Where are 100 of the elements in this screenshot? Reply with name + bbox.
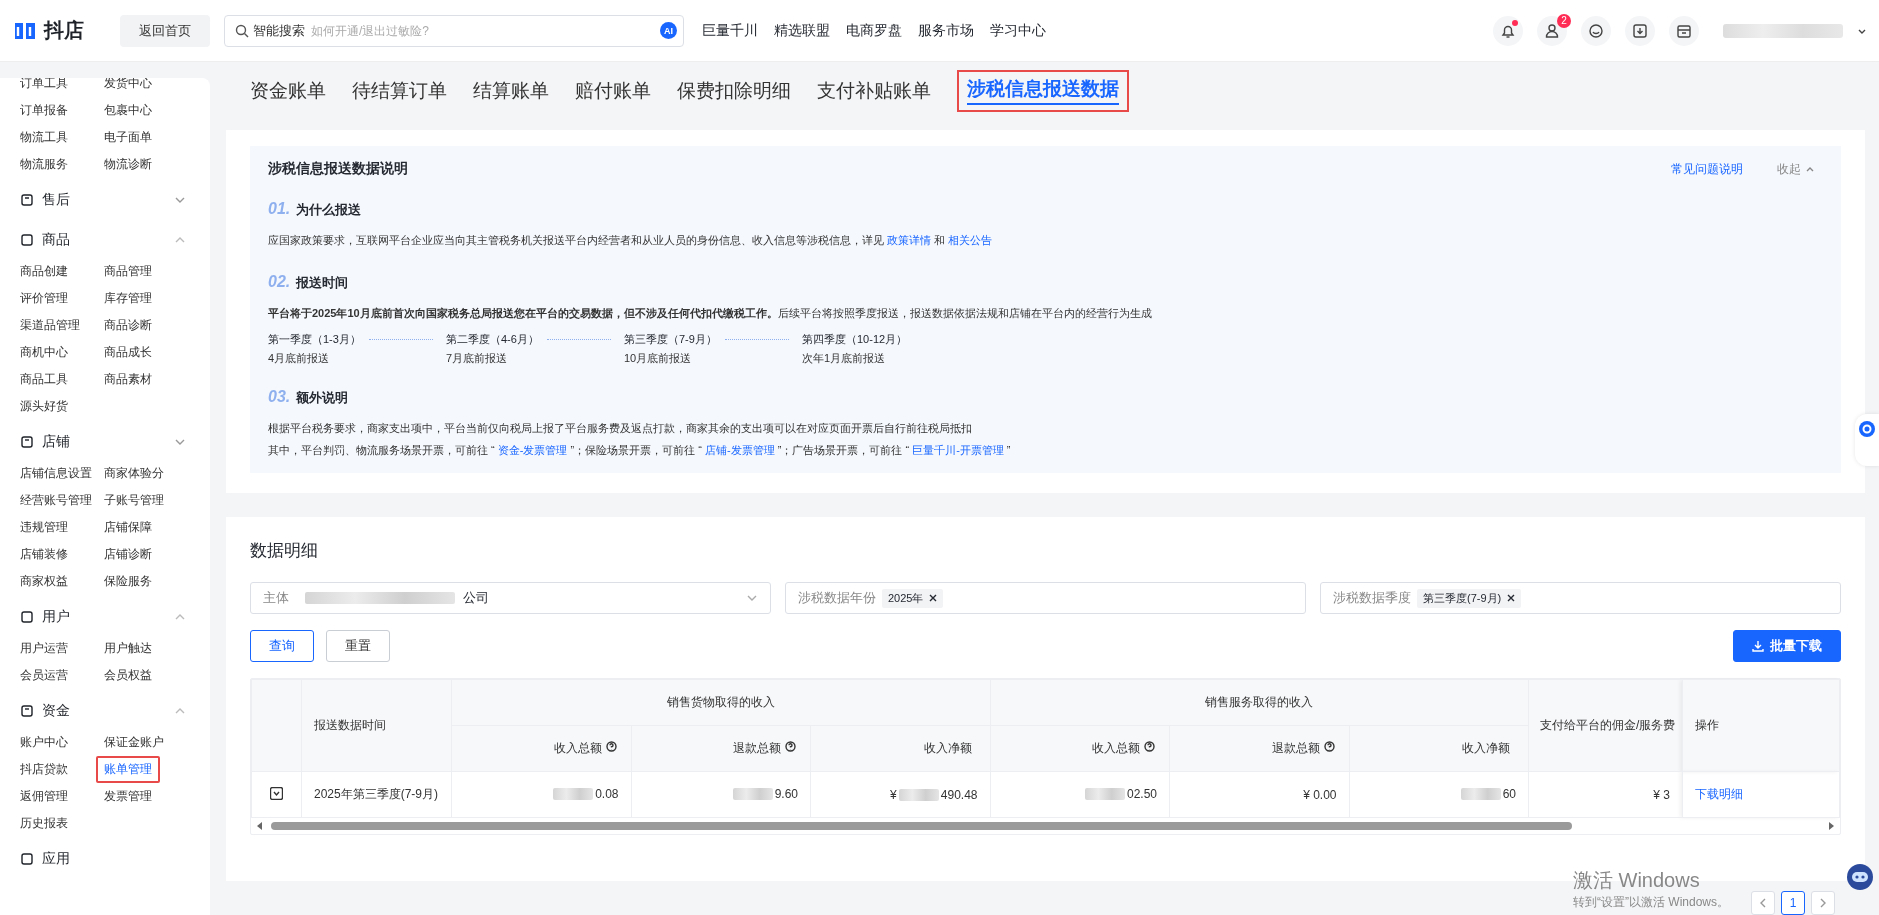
box-icon [20,852,34,866]
nav-link[interactable]: 巨量千川 [702,21,758,40]
download-icon [1632,22,1648,39]
tag-select-field[interactable]: 涉税数据季度 第三季度(7-9月) [1320,582,1841,614]
collapse-button[interactable]: 收起 [1777,160,1815,178]
faq-link[interactable]: 常见问题说明 [1671,160,1743,178]
tab[interactable]: 支付补贴账单 [817,74,931,108]
sidebar-item[interactable]: 发票管理 [104,783,152,810]
paragraph: 平台将于2025年10月底前首次向国家税务总局报送您在平台的交易数据，但不涉及任何代扣代缴税工作。后续平台将按照季度报送，报送数据依据法规和店铺在平台内的经营行为生成 [268,306,1153,321]
sidebar-item[interactable]: 商品管理 [104,258,152,285]
sidebar-item[interactable]: 商品创建 [20,258,68,285]
sidebar-item[interactable]: 商家权益 [20,568,68,595]
nav-link[interactable]: 学习中心 [990,21,1046,40]
sidebar-item[interactable]: 店铺诊断 [104,541,152,568]
sidebar-item[interactable]: 订单报备 [20,97,68,124]
sidebar-item[interactable]: 商品素材 [104,366,152,393]
sidebar-item[interactable]: 用户触达 [104,635,152,662]
column-header: 收入净额 [923,741,972,755]
query-button[interactable]: 查询 [250,630,314,662]
sidebar-item[interactable]: 物流工具 [20,124,68,151]
support-button[interactable] [1581,15,1611,46]
sidebar-item[interactable]: 评价管理 [20,285,68,312]
sidebar-item[interactable]: 商机中心 [20,339,68,366]
notification-button[interactable] [1493,15,1523,46]
sidebar-item[interactable]: 商品诊断 [104,312,152,339]
link[interactable]: 政策详情 [887,234,932,246]
quarter-deadline: 10月底前报送 [624,351,693,366]
sidebar-item[interactable]: 会员运营 [20,662,68,689]
sidebar-item[interactable]: 子账号管理 [104,487,164,514]
download-detail-link[interactable]: 下载明细 [1695,787,1743,801]
box-icon [20,233,34,247]
sidebar-item[interactable]: 商品工具 [20,366,68,393]
sidebar-item[interactable]: 保证金账户 [104,729,164,756]
sidebar-item[interactable]: 抖店贷款 [20,756,68,783]
tab[interactable]: 结算账单 [473,74,549,108]
scroll-right-icon [1828,822,1834,830]
tab[interactable]: 保费扣除明细 [677,74,791,108]
tab[interactable]: 涉税信息报送数据 [957,70,1129,112]
link[interactable]: 巨量千川-开票管理 [912,444,1004,456]
column-header: 收入总额 [553,741,602,755]
sidebar-item[interactable]: 账户中心 [20,729,68,756]
sidebar-item[interactable]: 库存管理 [104,285,152,312]
sidebar-section-header[interactable]: 商品 [20,222,210,258]
sidebar-item[interactable]: 历史报表 [20,810,68,837]
quarter-deadline: 7月底前报送 [446,351,509,366]
sidebar-item[interactable]: 物流诊断 [104,151,152,178]
nav-link[interactable]: 电商罗盘 [846,21,902,40]
sidebar-section-header[interactable]: 资金 [20,693,210,729]
sidebar-item[interactable]: 经营账号管理 [20,487,92,514]
scrollbar-thumb[interactable] [271,822,1573,830]
store-button[interactable] [1669,15,1699,46]
home-button[interactable]: 返回首页 [120,14,210,47]
sidebar-item[interactable]: 源头好货 [20,393,68,420]
sidebar-section-header[interactable]: 店铺 [20,424,210,460]
column-header: 操作 [1682,679,1840,772]
sidebar-item[interactable]: 商品成长 [104,339,152,366]
tab[interactable]: 资金账单 [250,74,326,108]
sidebar-item[interactable]: 电子面单 [104,124,152,151]
sidebar-item[interactable]: 店铺装修 [20,541,68,568]
sidebar-item[interactable]: 物流服务 [20,151,68,178]
nav-link[interactable]: 服务市场 [918,21,974,40]
tab[interactable]: 赔付账单 [575,74,651,108]
tag-select-field[interactable]: 涉税数据年份 2025年 [785,582,1306,614]
sidebar-item[interactable]: 账单管理 [96,756,160,783]
field-value: 公司 [463,589,489,607]
batch-download-button[interactable]: 批量下载 [1733,630,1841,662]
link[interactable]: 相关公告 [948,234,993,246]
sidebar-item[interactable]: 违规管理 [20,514,68,541]
ai-badge[interactable]: AI [660,22,677,39]
sidebar-section-header[interactable]: 应用 [20,841,210,877]
store-icon [1676,22,1692,39]
sidebar-item[interactable]: 渠道品管理 [20,312,80,339]
search-icon [235,23,249,38]
sidebar-section-header[interactable]: 用户 [20,599,210,635]
sidebar-item[interactable]: 包裹中心 [104,97,152,124]
nav-link[interactable]: 精选联盟 [774,21,830,40]
section-title: 报送时间 [296,274,349,292]
quarter-deadline: 次年1月底前报送 [802,351,887,366]
sidebar-item[interactable]: 店铺保障 [104,514,152,541]
page-button[interactable]: 1 [1781,891,1805,915]
search-label: 智能搜索 [253,21,305,40]
select-field[interactable]: 主体 公司 [250,582,771,614]
field-label: 主体 [263,589,289,607]
sidebar-item[interactable]: 商家体验分 [104,460,164,487]
search-field[interactable]: 智能搜索 如何开通/退出过敏险? AI [224,14,684,47]
link[interactable]: 店铺-发票管理 [704,444,775,456]
download-button[interactable] [1625,15,1655,46]
assistant-button[interactable] [1855,414,1879,466]
sidebar-section-header[interactable]: 售后 [20,182,210,218]
link[interactable]: 资金-发票管理 [497,444,568,456]
reset-button[interactable]: 重置 [326,630,390,662]
sidebar-item[interactable]: 会员权益 [104,662,152,689]
sidebar-item[interactable]: 保险服务 [104,568,152,595]
section-title: 为什么报送 [296,201,362,219]
quarter-name: 第四季度（10-12月） [802,332,908,347]
sidebar-item[interactable]: 店铺信息设置 [20,460,92,487]
sidebar-item[interactable]: 返佣管理 [20,783,68,810]
sidebar-item[interactable]: 用户运营 [20,635,68,662]
section-number: 02. [268,273,291,291]
tab[interactable]: 待结算订单 [352,74,447,108]
